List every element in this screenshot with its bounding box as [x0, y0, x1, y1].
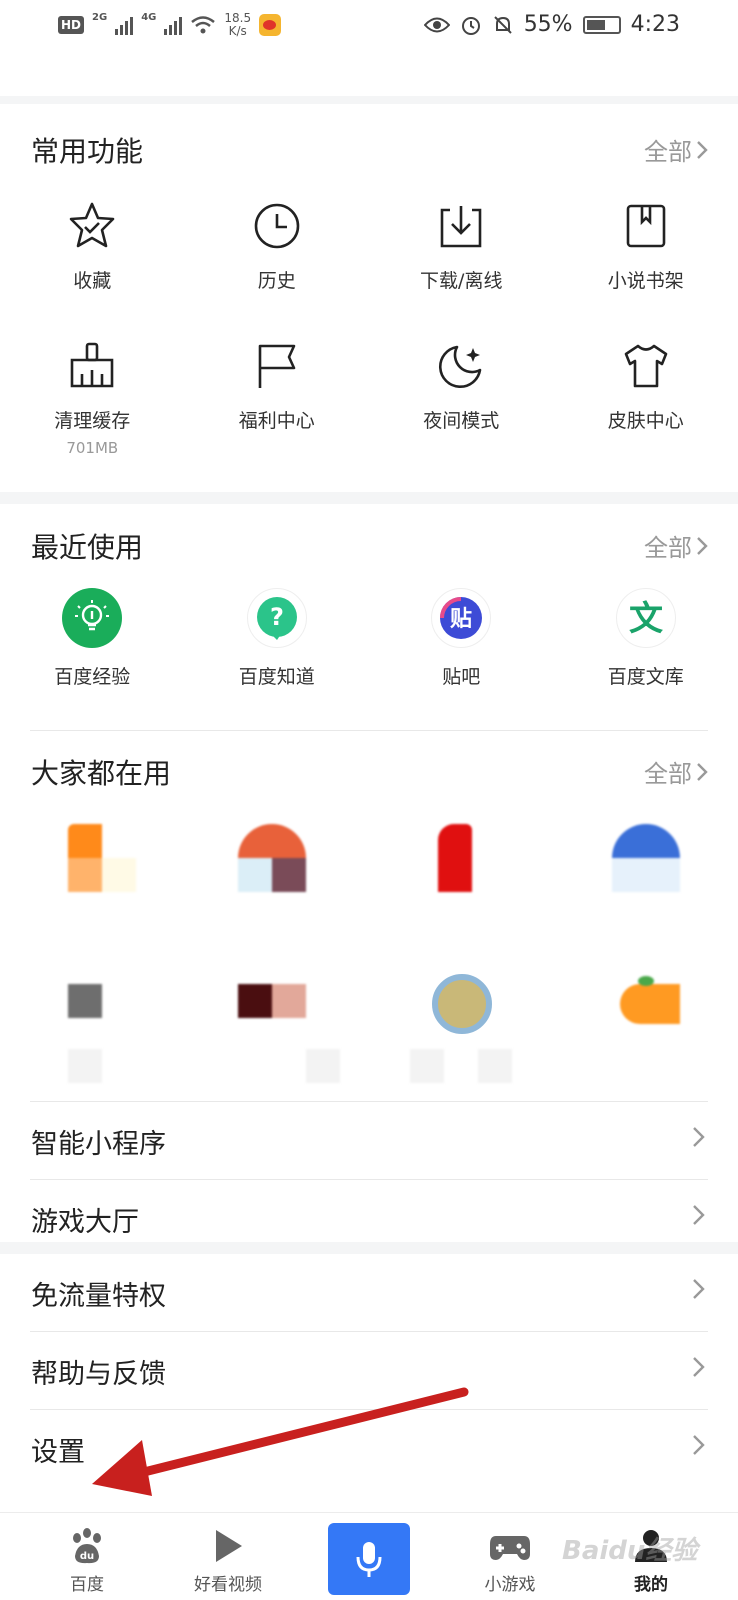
chevron-right-icon	[697, 140, 708, 159]
weibo-icon	[259, 14, 282, 36]
clock-time: 4:23	[630, 12, 680, 37]
chevron-right-icon	[693, 1205, 705, 1225]
recent-popular-card: 最近使用 全部 百度经验 ? 百度知道 贴 贴吧 文 百度文库 大家都在用 全部…	[0, 492, 738, 1242]
favorites-button[interactable]: 收藏	[0, 200, 185, 293]
game-hall-row[interactable]: 游戏大厅	[0, 1180, 738, 1256]
paw-icon: du	[73, 1528, 101, 1564]
wifi-icon	[191, 16, 216, 34]
baidu-jingyan-watermark: Baidu经验	[562, 1536, 698, 1566]
alarm-icon	[461, 16, 480, 35]
view-all-button[interactable]: 全部	[644, 754, 708, 789]
history-button[interactable]: 历史	[185, 200, 370, 293]
tieba-icon: 贴	[431, 588, 492, 648]
tshirt-icon	[624, 344, 668, 388]
signal-icon	[164, 15, 183, 35]
help-feedback-row[interactable]: 帮助与反馈	[0, 1332, 738, 1408]
skin-center-button[interactable]: 皮肤中心	[554, 340, 738, 457]
night-mode-button[interactable]: 夜间模式	[369, 340, 554, 457]
header-spacer	[0, 60, 738, 96]
common-functions-card: 常用功能 全部 收藏 历史 下载/离线 小说书架 清理缓存 701MB 福利中心…	[0, 104, 738, 492]
gamepad-icon	[490, 1536, 530, 1560]
popular-app-item[interactable]	[612, 824, 680, 892]
chevron-right-icon	[693, 1279, 705, 1299]
svg-text:文: 文	[629, 599, 663, 639]
hd-voice-icon: HD	[58, 16, 85, 34]
tab-haokan-video[interactable]: 好看视频	[163, 1513, 293, 1600]
popular-app-item[interactable]	[432, 974, 492, 1034]
section-title: 大家都在用	[31, 757, 172, 790]
baidu-jingyan-app[interactable]: 百度经验	[0, 588, 185, 689]
popular-app-item[interactable]	[620, 974, 680, 1024]
network-speed: 18.5 K/s	[224, 11, 252, 38]
popular-app-item[interactable]	[68, 984, 102, 1018]
welfare-center-button[interactable]: 福利中心	[185, 340, 370, 457]
voice-search-button[interactable]	[328, 1523, 410, 1595]
cache-size: 701MB	[66, 439, 119, 457]
baidu-zhidao-app[interactable]: ? 百度知道	[185, 588, 370, 689]
novel-shelf-button[interactable]: 小说书架	[554, 200, 738, 293]
popular-app-item[interactable]	[68, 824, 136, 892]
free-data-row[interactable]: 免流量特权	[0, 1254, 738, 1330]
baidu-wenku-app[interactable]: 文 百度文库	[554, 588, 738, 689]
popular-app-item[interactable]	[238, 824, 306, 892]
chevron-right-icon	[697, 536, 708, 555]
download-offline-button[interactable]: 下载/离线	[369, 200, 554, 293]
settings-list-card: 免流量特权 帮助与反馈 设置	[0, 1254, 738, 1512]
svg-text:贴: 贴	[450, 606, 472, 632]
clear-cache-button[interactable]: 清理缓存 701MB	[0, 340, 185, 457]
star-icon	[69, 202, 115, 248]
moon-icon	[439, 345, 482, 389]
view-all-button[interactable]: 全部	[644, 132, 708, 167]
tab-mini-games[interactable]: 小游戏	[445, 1513, 575, 1600]
chevron-right-icon	[693, 1127, 705, 1147]
microphone-icon	[356, 1542, 382, 1577]
section-title: 最近使用	[31, 531, 144, 564]
mini-programs-row[interactable]: 智能小程序	[0, 1102, 738, 1178]
view-all-button[interactable]: 全部	[644, 528, 708, 563]
svg-text:du: du	[80, 1551, 94, 1562]
question-icon: ?	[246, 588, 307, 648]
bookmark-icon	[626, 204, 666, 248]
section-title: 常用功能	[31, 135, 144, 168]
clock-icon	[254, 203, 300, 249]
wenku-icon: 文	[615, 588, 676, 648]
play-icon	[216, 1530, 242, 1562]
tieba-app[interactable]: 贴 贴吧	[369, 588, 554, 689]
chevron-right-icon	[693, 1435, 705, 1455]
settings-row[interactable]: 设置	[0, 1410, 738, 1486]
mute-icon	[493, 15, 512, 34]
broom-icon	[70, 342, 114, 388]
flag-icon	[258, 344, 296, 388]
tab-baidu[interactable]: du 百度	[22, 1513, 152, 1600]
battery-icon	[582, 15, 621, 34]
eye-icon	[423, 17, 450, 32]
popular-app-item[interactable]	[238, 984, 306, 1018]
chevron-right-icon	[697, 762, 708, 781]
signal-icon	[115, 15, 134, 35]
bulb-icon	[62, 588, 123, 648]
download-icon	[440, 206, 482, 248]
status-bar: HD 2G 4G 18.5 K/s 55% 4:23	[0, 0, 738, 60]
battery-percent: 55%	[523, 12, 573, 37]
svg-text:?: ?	[270, 603, 284, 631]
chevron-right-icon	[693, 1357, 705, 1377]
popular-app-item[interactable]	[438, 824, 478, 892]
